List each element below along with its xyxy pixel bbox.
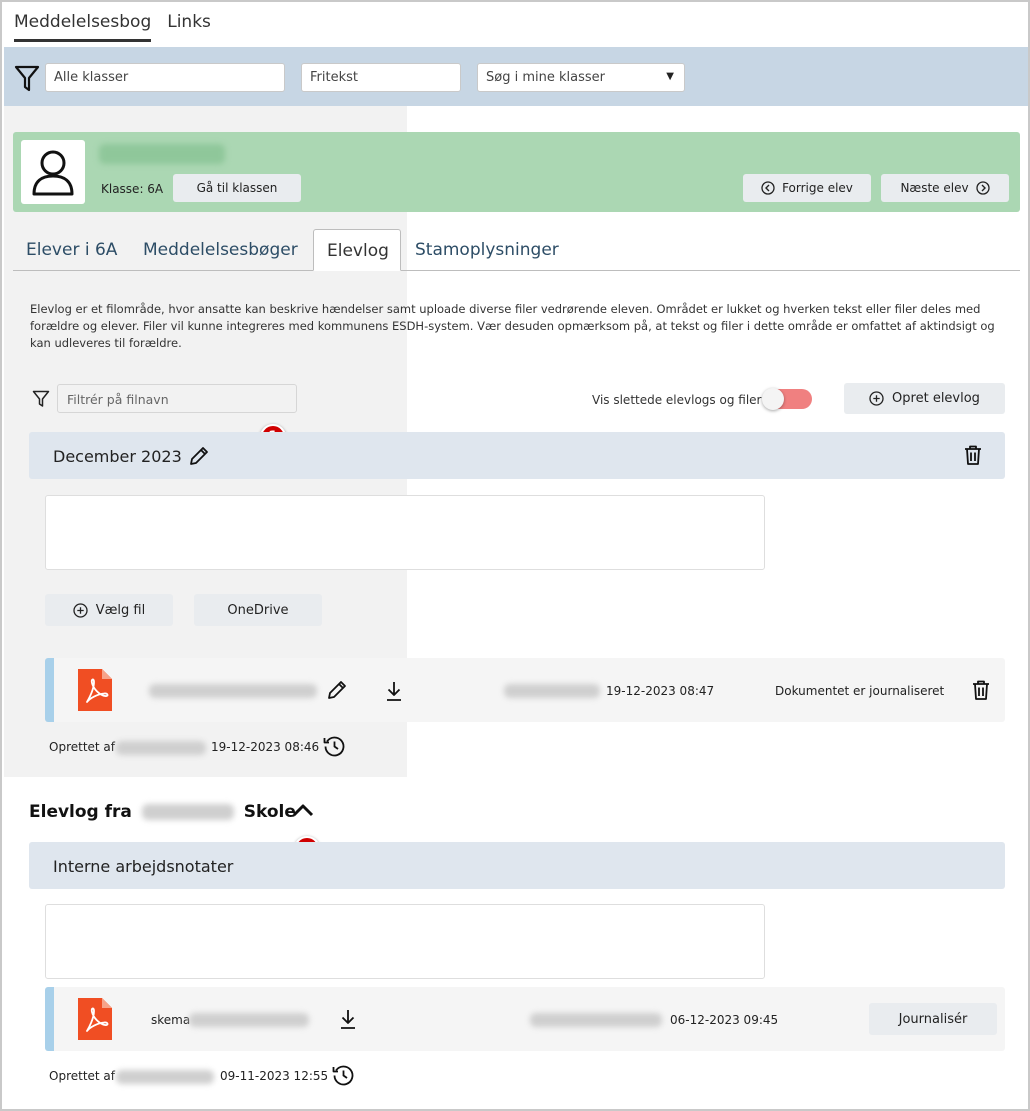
previous-student-label: Forrige elev [782,181,853,195]
pencil-icon[interactable] [188,445,210,467]
download-icon[interactable] [338,1008,358,1030]
elevlog-header-internal: Interne arbejdsnotater [29,842,1005,889]
nav-links[interactable]: Links [167,12,211,42]
scope-select[interactable]: Søg i mine klasser ▼ [477,63,685,92]
class-filter-input[interactable]: Alle klasser [45,63,285,92]
heading-prefix: Elevlog fra [29,802,132,822]
tab-stamoplysninger[interactable]: Stamoplysninger [402,229,572,271]
file-datetime: 19-12-2023 08:47 [606,684,715,698]
filename-filter-input[interactable]: Filtrér på filnavn [57,384,297,413]
tab-elever[interactable]: Elever i 6A [13,229,130,271]
file-name-redacted [149,684,317,698]
top-nav: Meddelelsesbog Links [14,12,211,42]
show-deleted-label: Vis slettede elevlogs og filer [592,393,762,407]
file-author-redacted [530,1013,662,1027]
freetext-input[interactable]: Fritekst [301,63,461,92]
journalise-button[interactable]: Journalisér [869,1003,997,1035]
next-student-button[interactable]: Næste elev [881,174,1009,202]
created-by-name-redacted [116,1070,214,1084]
file-row: 19-12-2023 08:47 Dokumentet er journalis… [45,658,1005,722]
history-icon[interactable] [332,1064,355,1087]
avatar [21,140,85,204]
file-author-redacted [504,684,600,698]
pdf-file-icon [78,669,112,711]
choose-file-button[interactable]: Vælg fil [45,594,173,626]
elevlog-from-school-heading: Elevlog fra Skole [29,802,296,822]
download-icon[interactable] [384,680,404,702]
trash-icon[interactable] [963,444,983,466]
goto-class-button[interactable]: Gå til klassen [173,174,301,202]
elevlog-description: Elevlog er et filområde, hvor ansatte ka… [30,302,995,350]
filter-icon [32,390,50,407]
scope-select-value: Søg i mine klasser [486,70,605,85]
history-icon[interactable] [323,735,346,758]
choose-file-label: Vælg fil [95,602,146,618]
created-by-label: Oprettet af [49,1069,116,1083]
pdf-file-icon [78,998,112,1040]
tab-elevlog[interactable]: Elevlog [313,229,401,271]
created-datetime: 09-11-2023 12:55 [220,1069,329,1083]
student-tabs: Elever i 6A Meddelelsesbøger Elevlog Sta… [13,229,1020,271]
chevron-left-circle-icon [761,181,775,195]
next-student-label: Næste elev [900,181,969,195]
created-by-label: Oprettet af [49,740,116,754]
chevron-right-circle-icon [975,181,990,195]
student-card: Klasse: 6A Gå til klassen Forrige elev N… [13,132,1020,212]
created-by-row: Oprettet af [49,740,115,754]
class-label: Klasse: 6A [101,182,164,196]
onedrive-button[interactable]: OneDrive [194,594,322,626]
file-name-prefix: skema [151,1013,191,1027]
elevlog-textarea[interactable] [45,495,765,570]
file-name-redacted [189,1013,309,1027]
elevlog-textarea[interactable] [45,904,765,979]
plus-circle-icon [73,602,88,618]
user-icon [32,150,74,196]
created-by-row: Oprettet af [49,1069,115,1083]
filter-bar: Alle klasser Fritekst Søg i mine klasser… [4,47,1028,106]
show-deleted-toggle[interactable] [762,388,812,410]
tab-meddelelsesboger[interactable]: Meddelelsesbøger [130,229,311,271]
pencil-icon[interactable] [326,679,348,701]
student-name-redacted [99,144,225,164]
chevron-up-icon[interactable] [291,802,315,818]
filter-icon [14,65,40,92]
create-elevlog-label: Opret elevlog [892,391,980,406]
caret-down-icon: ▼ [666,71,674,82]
created-datetime: 19-12-2023 08:46 [211,740,320,754]
toggle-knob [762,388,784,410]
heading-suffix: Skole [243,802,296,822]
elevlog-title: December 2023 [53,447,182,466]
file-datetime: 06-12-2023 09:45 [670,1013,779,1027]
school-name-redacted [141,804,234,820]
previous-student-button[interactable]: Forrige elev [743,174,871,202]
plus-circle-icon [869,391,884,406]
journalised-status: Dokumentet er journaliseret [775,684,945,698]
file-row: skema 06-12-2023 09:45 Journalisér [45,987,1005,1051]
created-by-name-redacted [116,741,206,755]
nav-meddelelsesbog[interactable]: Meddelelsesbog [14,12,152,42]
elevlog-title: Interne arbejdsnotater [53,857,234,876]
create-elevlog-button[interactable]: Opret elevlog [844,383,1005,414]
trash-icon[interactable] [971,679,991,701]
elevlog-header-december: December 2023 [29,432,1005,479]
app-frame: Meddelelsesbog Links Alle klasser Fritek… [0,0,1030,1111]
